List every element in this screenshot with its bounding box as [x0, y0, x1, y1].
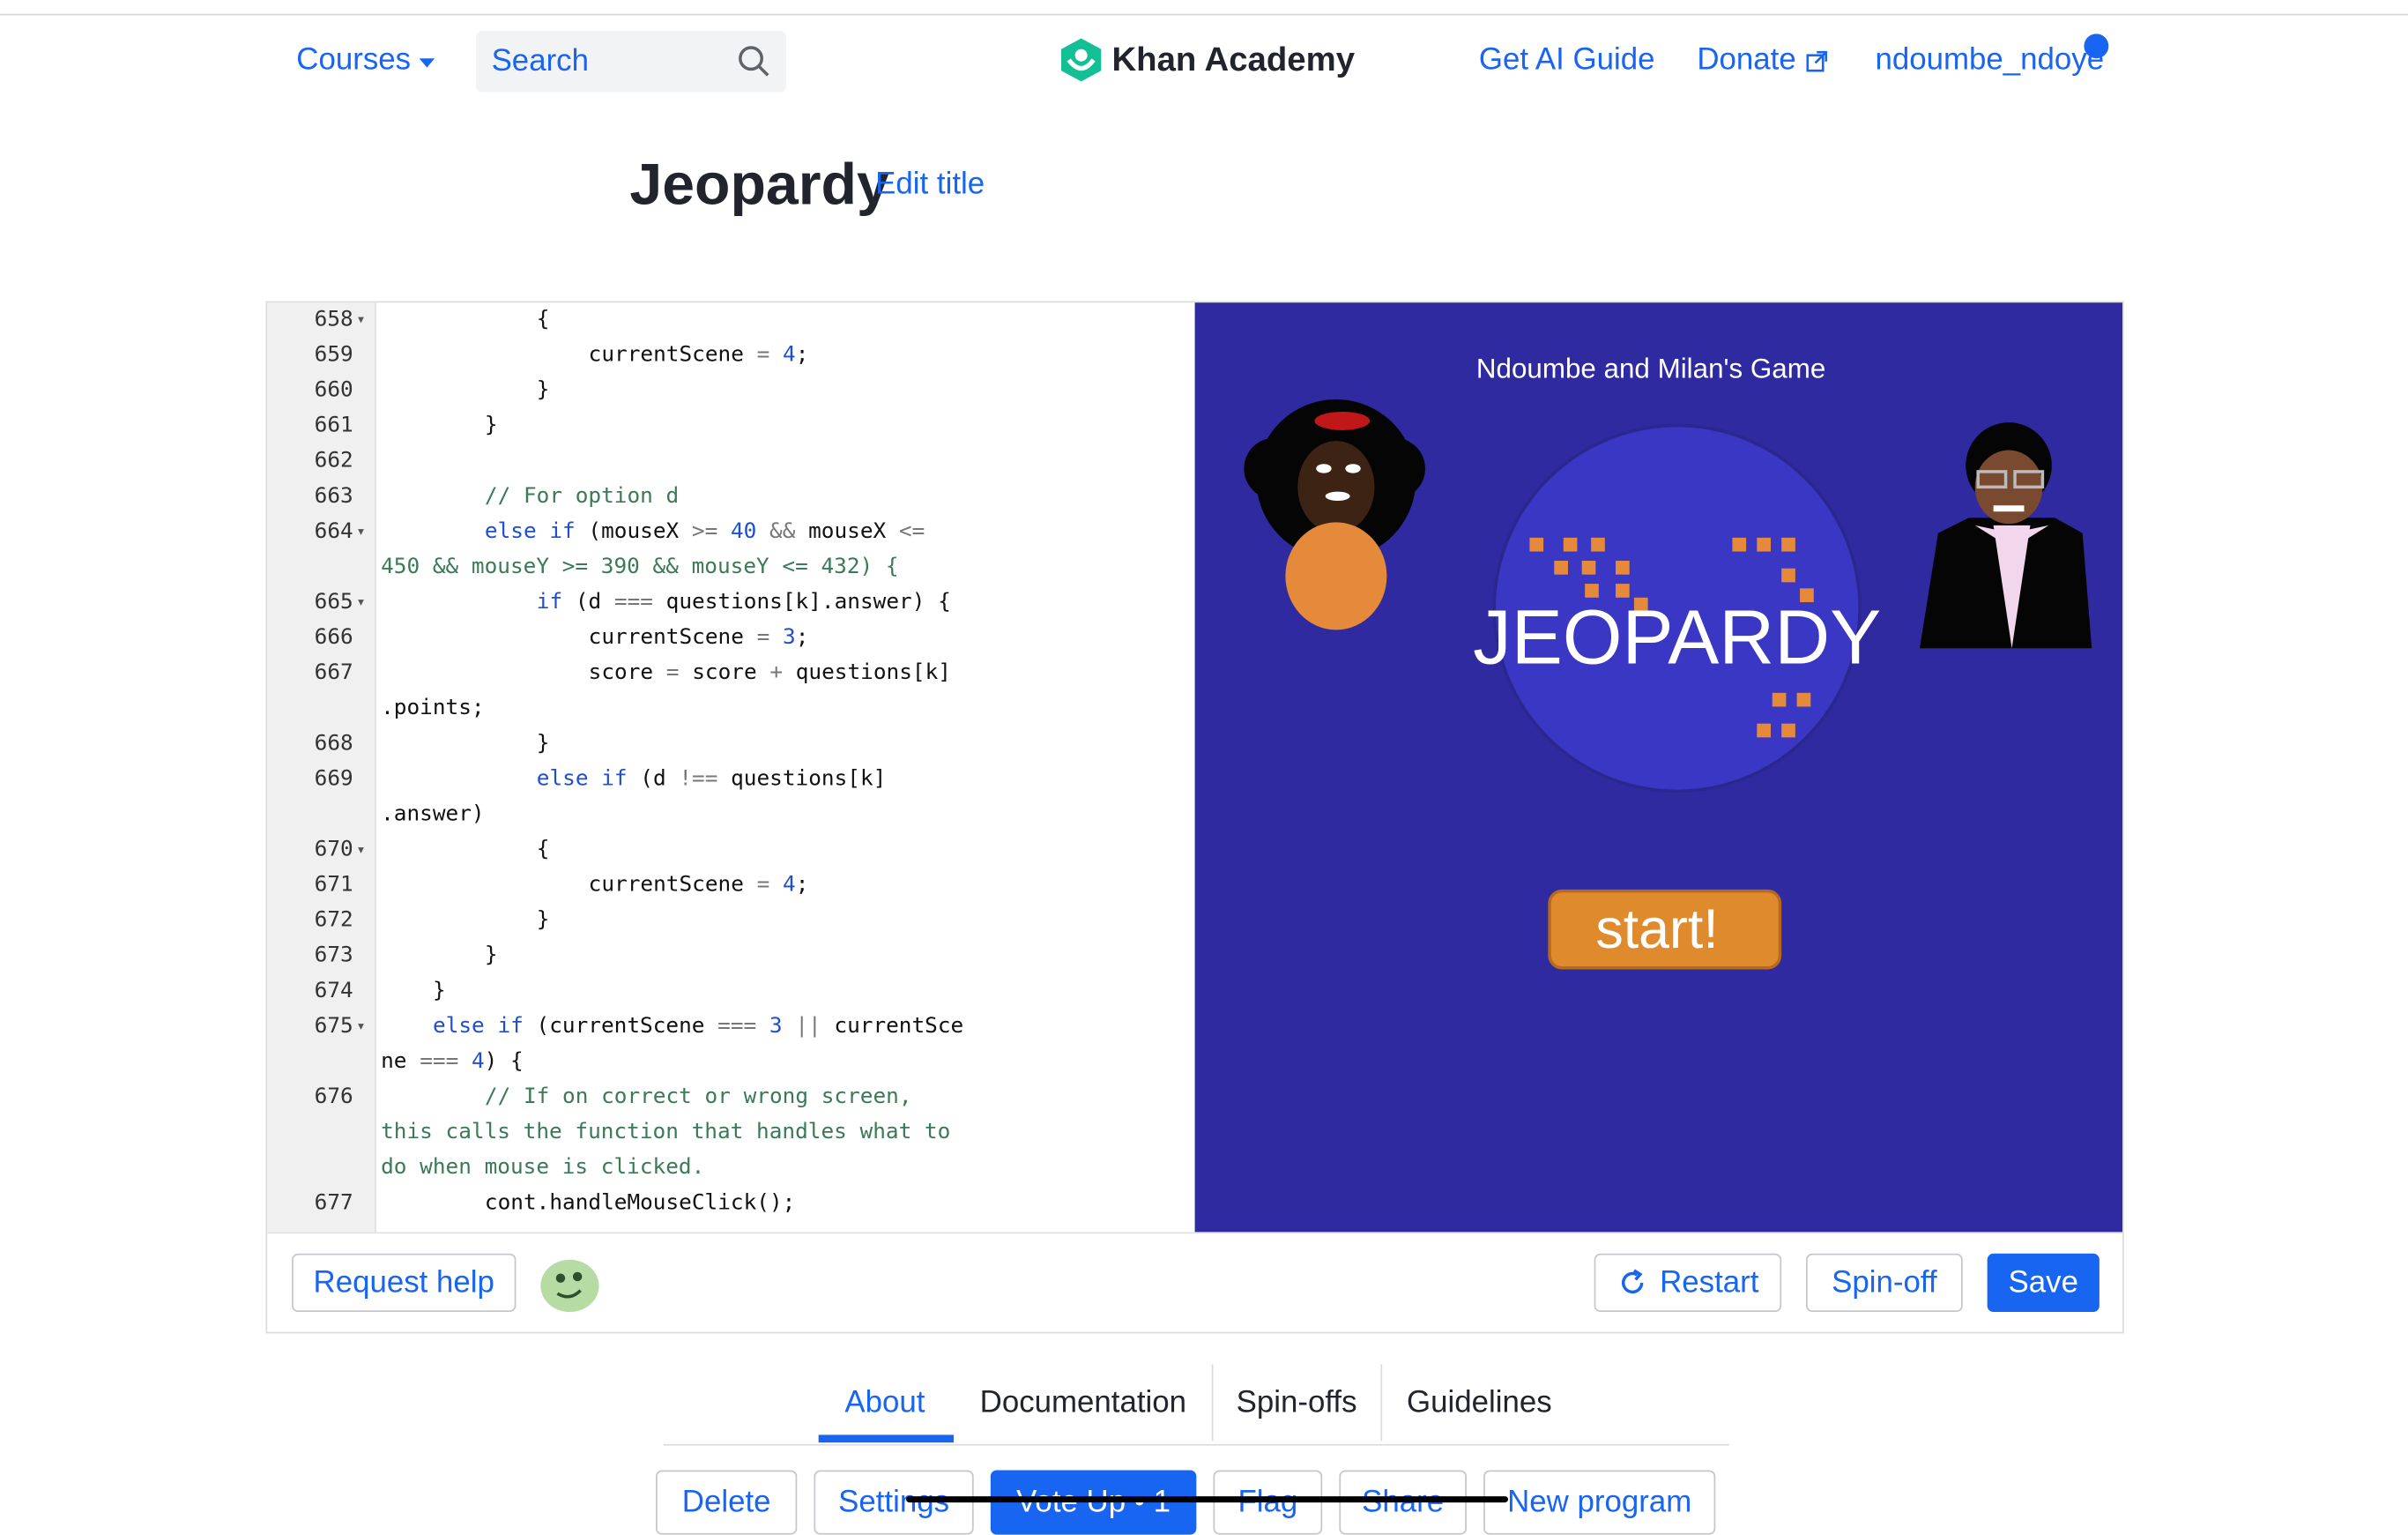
notification-dot	[2084, 34, 2109, 59]
editor-toolbar: Request help Restart Spin-off Save	[267, 1232, 2122, 1333]
code-text: }	[484, 413, 498, 438]
line-number: 664	[314, 518, 353, 544]
tab-documentation[interactable]: Documentation	[980, 1386, 1186, 1421]
khan-academy-logo[interactable]: Khan Academy	[1059, 37, 1355, 83]
restart-label: Restart	[1660, 1264, 1759, 1300]
search-placeholder: Search	[491, 44, 589, 78]
new-program-button[interactable]: New program	[1483, 1470, 1716, 1535]
game-subtitle: Ndoumbe and Milan's Game	[1476, 354, 1825, 384]
code-text: .points;	[381, 696, 485, 721]
top-divider	[0, 13, 2408, 16]
donate-link[interactable]: Donate	[1697, 42, 1827, 78]
request-help-button[interactable]: Request help	[292, 1253, 517, 1313]
fold-toggle-icon[interactable]: ▾	[356, 302, 366, 338]
line-number: 662	[314, 448, 353, 473]
line-number: 665	[314, 590, 353, 615]
page: Courses Search Khan Academy Get AI Guide…	[0, 0, 2408, 1535]
restart-button[interactable]: Restart	[1594, 1253, 1782, 1313]
code-text: }	[536, 907, 550, 933]
line-number: 658	[314, 307, 353, 332]
line-number: 661	[314, 413, 353, 438]
get-ai-guide-link[interactable]: Get AI Guide	[1479, 43, 1655, 78]
code-text: else if (mouseX >= 40 && mouseX <=	[484, 518, 925, 544]
code-text: // For option d	[484, 483, 680, 509]
delete-button[interactable]: Delete	[656, 1470, 798, 1535]
spin-off-button[interactable]: Spin-off	[1806, 1253, 1963, 1313]
start-label: start!	[1595, 898, 1718, 960]
code-text: }	[536, 377, 550, 403]
code-text: .answer)	[381, 801, 485, 827]
code-text: do when mouse is clicked.	[381, 1155, 705, 1181]
line-number: 676	[314, 1084, 353, 1110]
line-number: 673	[314, 943, 353, 968]
code-text: currentScene = 4;	[588, 872, 809, 898]
tab-about[interactable]: About	[844, 1386, 925, 1421]
line-number: 674	[314, 978, 353, 1003]
fold-toggle-icon[interactable]: ▾	[356, 515, 366, 550]
active-tab-indicator	[818, 1434, 955, 1443]
code-text: }	[536, 731, 550, 756]
start-button[interactable]: start!	[1548, 889, 1782, 970]
tab-guidelines[interactable]: Guidelines	[1407, 1386, 1552, 1421]
code-text: currentScene = 4;	[588, 342, 809, 368]
code-text: cont.handleMouseClick();	[484, 1190, 796, 1216]
canvas-scene: Ndoumbe and Milan's Game JEOPARDY start!	[1244, 354, 2092, 970]
program-tabs: About Documentation Spin-offs Guidelines	[663, 1364, 1729, 1446]
code-text: else if (currentScene === 3 || currentSc…	[433, 1013, 964, 1039]
page-title: Jeopardy	[629, 153, 889, 219]
program-editor: 658 ▾{659 currentScene = 4; 660} 661} 662 663/…	[265, 301, 2124, 1334]
line-number: 669	[314, 766, 353, 792]
code-text: else if (d !== questions[k]	[536, 766, 887, 792]
khan-logo-icon	[1060, 38, 1102, 82]
save-button[interactable]: Save	[1987, 1253, 2100, 1313]
fold-toggle-icon[interactable]: ▾	[356, 1010, 366, 1045]
fold-toggle-icon[interactable]: ▾	[356, 832, 366, 868]
code-text: }	[484, 943, 498, 968]
line-number: 660	[314, 377, 353, 403]
avatar[interactable]	[539, 1254, 601, 1315]
donate-label: Donate	[1697, 42, 1796, 78]
line-number: 675	[314, 1013, 353, 1039]
right-character	[1920, 422, 2092, 649]
line-number: 672	[314, 907, 353, 933]
tab-divider	[1380, 1364, 1383, 1442]
tab-spin-offs[interactable]: Spin-offs	[1237, 1386, 1357, 1421]
search-icon[interactable]	[737, 45, 770, 78]
code-text: 450 && mouseY >= 390 && mouseY <= 432) {	[381, 555, 899, 579]
code-text: }	[433, 978, 446, 1003]
tab-divider	[1211, 1364, 1214, 1442]
code-text: {	[536, 307, 550, 332]
top-nav: Courses Search Khan Academy Get AI Guide…	[0, 27, 2408, 98]
line-number: 666	[314, 625, 353, 651]
code-text: this calls the function that handles wha…	[381, 1120, 951, 1145]
line-number: 663	[314, 483, 353, 509]
code-text: // If on correct or wrong screen,	[484, 1084, 912, 1110]
overlay-stroke	[906, 1496, 1509, 1503]
line-number: 671	[314, 872, 353, 898]
line-number: 670	[314, 837, 353, 862]
code-text: ne === 4) {	[381, 1049, 524, 1074]
left-character	[1244, 399, 1425, 630]
program-canvas[interactable]: Ndoumbe and Milan's Game JEOPARDY start!	[1194, 302, 2122, 1233]
user-menu[interactable]: ndoumbe_ndoye	[1875, 43, 2104, 78]
line-number: 668	[314, 731, 353, 756]
courses-menu[interactable]: Courses	[296, 43, 435, 78]
code-text: currentScene = 3;	[588, 625, 809, 651]
line-number: 677	[314, 1190, 353, 1216]
external-link-icon	[1805, 50, 1827, 71]
courses-label: Courses	[296, 42, 412, 78]
search-input[interactable]: Search	[476, 30, 787, 93]
edit-title-link[interactable]: Edit title	[875, 168, 985, 203]
code-text: score = score + questions[k]	[588, 660, 951, 686]
fold-toggle-icon[interactable]: ▾	[356, 585, 366, 621]
code-text: if (d === questions[k].answer) {	[536, 590, 951, 615]
restart-icon	[1621, 1269, 1643, 1294]
code-editor[interactable]: 658 ▾{659 currentScene = 4; 660} 661} 662 663/…	[267, 302, 1194, 1232]
code-text: {	[536, 837, 550, 862]
caret-down-icon	[420, 58, 435, 68]
line-number: 667	[314, 660, 353, 686]
jeopardy-logo-text: JEOPARDY	[1473, 595, 1881, 681]
logo-text: Khan Academy	[1111, 40, 1356, 78]
line-number: 659	[314, 342, 353, 368]
